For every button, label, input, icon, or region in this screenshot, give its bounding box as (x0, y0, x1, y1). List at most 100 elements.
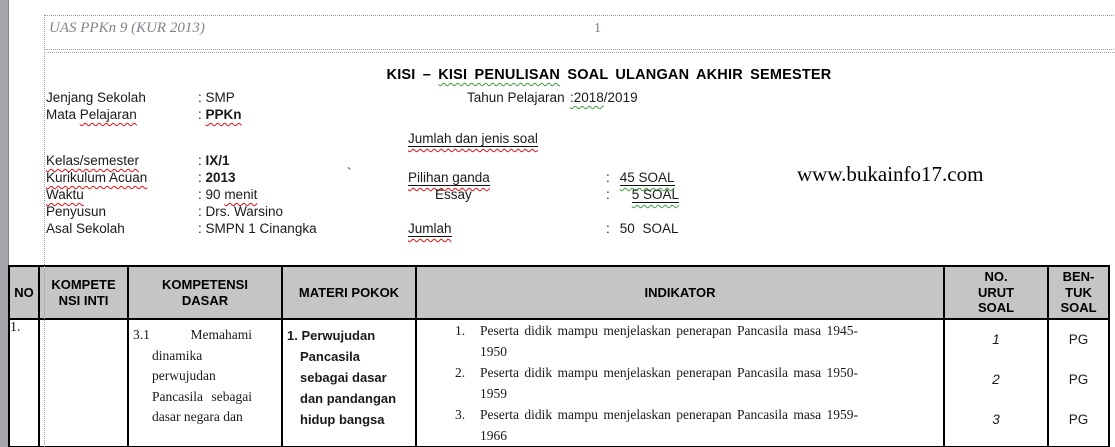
label-text-flagged: Pelajaran (79, 107, 137, 122)
value-text: 90 (205, 187, 225, 202)
colon: : (606, 170, 610, 185)
table-header-row: NO KOMPETE NSI INTI KOMPETENSI DASAR MAT… (8, 265, 1110, 320)
indikator-item: 1. Peserta didik mampu menjelaskan penera… (418, 321, 942, 362)
value-text: PPKn (205, 107, 242, 122)
text-boundary-top (44, 52, 1115, 53)
value-text-flagged: :2018 (570, 90, 604, 105)
value-text: 45 SOAL (619, 170, 675, 186)
col-header-no: NO (8, 265, 40, 320)
info-row-jumlah-heading: Jumlah dan jenis soal (0, 131, 1115, 148)
col-header-materi-pokok: MATERI POKOK (281, 265, 417, 320)
indikator-item: 3. Peserta didik mampu menjelaskan penera… (418, 404, 942, 445)
label-tahun-pelajaran: Tahun Pelajaran (467, 90, 565, 105)
value-text: 5 SOAL (631, 187, 680, 203)
materi-pokok-text: 1. Perwujudan Pancasila sebagai dasar da… (287, 328, 397, 427)
cell-materi-pokok: 1. Perwujudan Pancasila sebagai dasar da… (281, 318, 417, 447)
value-text: SMPN 1 Cinangka (205, 221, 317, 236)
col-header-indikator: INDIKATOR (415, 265, 945, 320)
info-row-asal-sekolah: Asal Sekolah : SMPN 1 Cinangka Jumlah :5… (0, 221, 1115, 238)
value-tahun-pelajaran: :2018/2019 (570, 90, 638, 105)
indikator-item-text: Peserta didik mampu menjelaskan penerapa… (480, 407, 859, 443)
label-kurikulum-acuan: Kurikulum Acuan (46, 170, 148, 185)
indikator-item-number: 1. (455, 323, 466, 338)
no-urut-value: 2 (992, 372, 1000, 387)
value-waktu: : 90 menit (198, 187, 257, 202)
value-text: Drs. Warsino (205, 204, 284, 219)
colon: : (606, 187, 610, 202)
cell-indikator: 1. Peserta didik mampu menjelaskan penera… (415, 318, 945, 447)
table-row: 1. 3.1 Memahami dinamika perwujudan Panc… (8, 318, 1110, 447)
label-penyusun: Penyusun (46, 204, 107, 219)
colon: : (198, 187, 202, 202)
title-text-rest: SOAL ULANGAN AKHIR SEMESTER (560, 67, 832, 83)
value-pilihan-ganda: :45 SOAL (606, 170, 675, 186)
label-asal-sekolah: Asal Sekolah (46, 221, 125, 236)
cell-kompetensi-dasar: 3.1 Memahami dinamika perwujudan Pancasi… (127, 318, 283, 447)
value-text: /2019 (603, 90, 638, 105)
value-jenjang-sekolah: : SMP (198, 90, 235, 105)
value-jumlah: :50 SOAL (606, 221, 679, 236)
kompetensi-dasar-text: 3.1 Memahami dinamika perwujudan Pancasi… (133, 327, 252, 424)
kisi-table: NO KOMPETE NSI INTI KOMPETENSI DASAR MAT… (8, 265, 1110, 447)
value-essay: : 5 SOAL (606, 187, 680, 203)
indikator-item-text: Peserta didik mampu menjelaskan penerapa… (480, 323, 859, 359)
info-row-mata-pelajaran: Mata Pelajaran : PPKn (0, 107, 1115, 124)
value-text-flagged: menit (224, 187, 258, 202)
bentuk-value: PG (1068, 332, 1089, 347)
stray-character: ` (347, 165, 352, 180)
value-penyusun: : Drs. Warsino (198, 204, 283, 219)
colon: : (198, 170, 202, 185)
colon: : (198, 90, 202, 105)
value-text: IX/1 (205, 153, 230, 168)
value-asal-sekolah: : SMPN 1 Cinangka (198, 221, 317, 236)
info-row-penyusun: Penyusun : Drs. Warsino (0, 204, 1115, 221)
col-header-kompetensi-dasar: KOMPETENSI DASAR (127, 265, 283, 320)
cell-bentuk-soal: PG PG PG (1047, 318, 1110, 447)
value-text: SMP (205, 90, 235, 105)
info-row-jenjang: Jenjang Sekolah : SMP Tahun Pelajaran :2… (0, 90, 1115, 107)
watermark-url: www.bukainfo17.com (797, 162, 984, 186)
header-doc-label: UAS PPKn 9 (KUR 2013) (49, 20, 205, 36)
col-header-kompetensi-inti: KOMPETE NSI INTI (38, 265, 129, 320)
title-text-flagged: KISI PENULISAN (438, 67, 561, 83)
label-waktu: Waktu (46, 187, 84, 202)
label-pilihan-ganda: Pilihan ganda (408, 170, 490, 186)
label-jumlah: Jumlah (408, 221, 452, 237)
cell-no-urut-soal: 1 2 3 (943, 318, 1049, 447)
indikator-item-text: Peserta didik mampu menjelaskan penerapa… (480, 365, 859, 401)
title-text: KISI – (386, 67, 439, 83)
cell-kompetensi-inti (38, 318, 129, 447)
colon: : (198, 204, 202, 219)
bentuk-value: PG (1068, 412, 1089, 427)
colon: : (198, 153, 202, 168)
label-essay: Essay (435, 187, 472, 202)
info-row-waktu: Waktu : 90 menit Essay : 5 SOAL (0, 187, 1115, 204)
indikator-item: 2. Peserta didik mampu menjelaskan penera… (418, 362, 942, 404)
bentuk-value: PG (1068, 372, 1089, 387)
document-page: UAS PPKn 9 (KUR 2013) 1 KISI – KISI PENU… (0, 0, 1115, 447)
value-kurikulum-acuan: : 2013 (198, 170, 236, 185)
indikator-item-number: 2. (455, 365, 466, 380)
page-header: UAS PPKn 9 (KUR 2013) 1 (44, 15, 1115, 50)
label-kelas-semester: Kelas/semester (46, 153, 140, 168)
document-title: KISI – KISI PENULISAN SOAL ULANGAN AKHIR… (104, 67, 1114, 83)
colon: : (606, 221, 610, 236)
colon: : (198, 221, 202, 236)
colon: : (198, 107, 202, 122)
value-text: 50 SOAL (619, 221, 679, 236)
col-header-bentuk-soal: BEN- TUK SOAL (1047, 265, 1110, 320)
text-boundary-left (44, 52, 45, 447)
label-mata-pelajaran: Mata Pelajaran (46, 107, 137, 122)
label-jenjang-sekolah: Jenjang Sekolah (46, 90, 146, 105)
no-urut-value: 3 (992, 412, 1000, 427)
value-mata-pelajaran: : PPKn (198, 107, 242, 122)
cell-no: 1. (8, 318, 40, 447)
kisi-table-wrapper: NO KOMPETE NSI INTI KOMPETENSI DASAR MAT… (8, 265, 1110, 447)
heading-jumlah-jenis-soal: Jumlah dan jenis soal (408, 131, 538, 147)
indikator-item-number: 3. (455, 407, 466, 422)
value-text: 2013 (205, 170, 236, 185)
value-kelas-semester: : IX/1 (198, 153, 230, 168)
label-text: Mata (46, 107, 80, 122)
header-page-number: 1 (594, 21, 601, 36)
no-urut-value: 1 (992, 332, 1000, 347)
